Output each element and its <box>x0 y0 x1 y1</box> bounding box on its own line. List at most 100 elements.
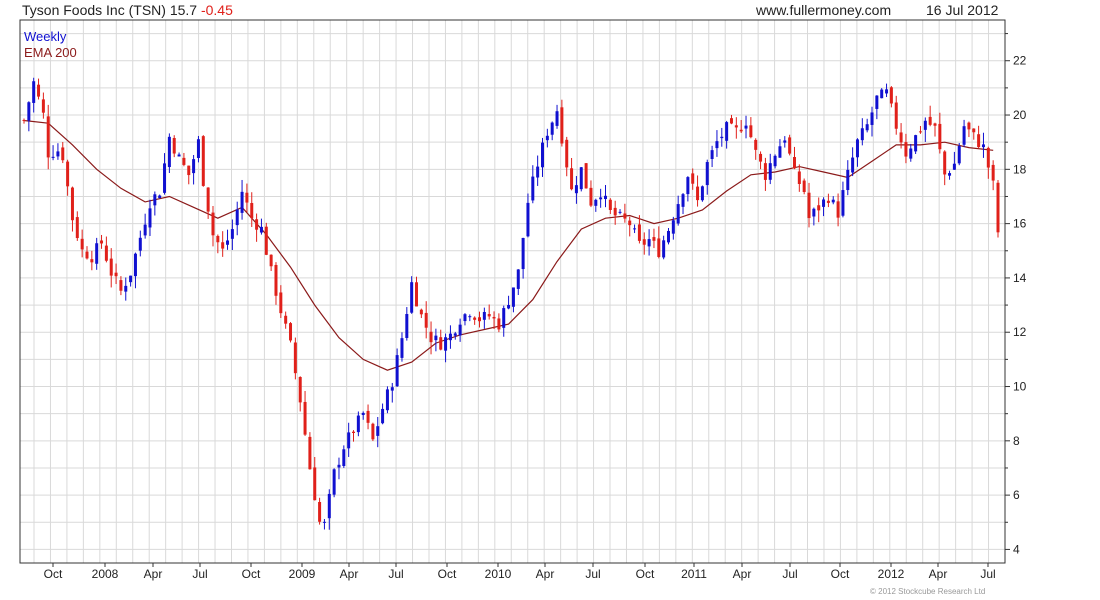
x-tick-label: Oct <box>636 567 655 581</box>
x-tick-label: 2011 <box>681 567 707 581</box>
candle-body <box>909 148 913 159</box>
candle-body <box>104 245 108 261</box>
candle-body <box>289 323 293 341</box>
candle-body <box>778 146 782 158</box>
x-tick-label: Apr <box>340 567 359 581</box>
candle-body <box>419 309 423 315</box>
candle-body <box>255 219 259 230</box>
candle-body <box>201 136 205 186</box>
candle-body <box>652 237 656 241</box>
candle-body <box>870 112 874 125</box>
candle-body <box>80 238 84 250</box>
candle-body <box>415 282 419 307</box>
candle-body <box>22 119 26 121</box>
candle-body <box>511 287 515 307</box>
x-tick-label: 2012 <box>878 567 905 581</box>
candle-body <box>923 120 927 130</box>
candle-body <box>686 177 690 195</box>
candle-body <box>444 337 448 351</box>
candle-body <box>133 253 137 277</box>
candle-body <box>337 464 341 468</box>
candle-body <box>279 292 283 314</box>
candle-body <box>75 217 79 239</box>
candle-body <box>647 239 651 247</box>
candle-body <box>51 156 55 158</box>
candle-body <box>32 81 36 103</box>
y-tick-label: 22 <box>1013 54 1027 68</box>
x-tick-label: Jul <box>782 567 797 581</box>
candle-body <box>948 173 952 176</box>
copyright-notice: © 2012 Stockcube Research Ltd <box>870 587 986 596</box>
candle-body <box>570 168 574 190</box>
candle-body <box>143 224 147 236</box>
candle-body <box>172 138 176 154</box>
candle-body <box>153 194 157 206</box>
candle-body <box>221 242 225 249</box>
y-tick-label: 14 <box>1013 271 1027 285</box>
candle-body <box>230 229 234 239</box>
candle-body <box>860 128 864 141</box>
candle-body <box>986 147 990 168</box>
candle-body <box>739 129 743 132</box>
candle-body <box>928 116 932 125</box>
x-tick-label: 2008 <box>92 567 119 581</box>
candle-body <box>763 163 767 180</box>
candle-body <box>46 116 50 158</box>
candle-body <box>759 153 763 162</box>
candle-body <box>56 151 60 157</box>
candle-body <box>550 122 554 135</box>
candle-body <box>410 282 414 313</box>
y-tick-label: 8 <box>1013 434 1020 448</box>
candle-body <box>269 254 273 267</box>
candle-body <box>158 195 162 199</box>
candle-body <box>376 426 380 436</box>
y-tick-label: 12 <box>1013 325 1027 339</box>
candle-body <box>662 240 666 258</box>
candle-body <box>851 157 855 173</box>
candle-body <box>434 335 438 341</box>
x-tick-label: Jul <box>388 567 403 581</box>
candle-body <box>303 401 307 435</box>
x-axis: Oct 2008 Apr Jul Oct 2009 Apr Jul Oct 2010 Apr Jul O… <box>44 563 996 581</box>
candle-body <box>633 228 637 230</box>
candle-body <box>463 314 467 322</box>
candle-body <box>235 209 239 226</box>
candle-body <box>788 137 792 154</box>
candle-body <box>899 132 903 143</box>
candle-body <box>836 201 840 218</box>
candle-body <box>594 199 598 206</box>
x-tick-label: Jul <box>192 567 207 581</box>
candle-body <box>589 187 593 206</box>
x-tick-label: Jul <box>585 567 600 581</box>
candle-body <box>85 251 89 259</box>
x-tick-label: Apr <box>929 567 948 581</box>
candle-body <box>458 324 462 336</box>
candle-body <box>385 389 389 411</box>
candle-body <box>356 415 360 433</box>
candle-body <box>478 317 482 322</box>
legend-entry: Weekly <box>24 29 67 44</box>
candle-body <box>855 139 859 158</box>
candle-body <box>177 154 181 157</box>
candle-body <box>250 203 254 219</box>
candle-body <box>327 493 331 519</box>
candle-body <box>807 192 811 219</box>
candle-body <box>332 469 336 495</box>
candle-body <box>967 122 971 130</box>
y-tick-label: 4 <box>1013 542 1020 556</box>
candle-body <box>705 162 709 186</box>
candle-body <box>671 220 675 234</box>
candle-body <box>565 139 569 168</box>
candle-body <box>167 136 171 168</box>
x-tick-label: Apr <box>144 567 163 581</box>
candle-body <box>284 315 288 324</box>
candle-body <box>579 167 583 190</box>
candle-body <box>977 134 981 148</box>
candle-body <box>245 192 249 203</box>
candle-body <box>792 157 796 169</box>
y-axis: 4 6 8 10 12 14 16 18 20 22 <box>1005 33 1027 556</box>
candle-body <box>206 187 210 212</box>
candle-body <box>507 305 511 309</box>
candle-body <box>308 436 312 470</box>
candle-body <box>952 163 956 170</box>
